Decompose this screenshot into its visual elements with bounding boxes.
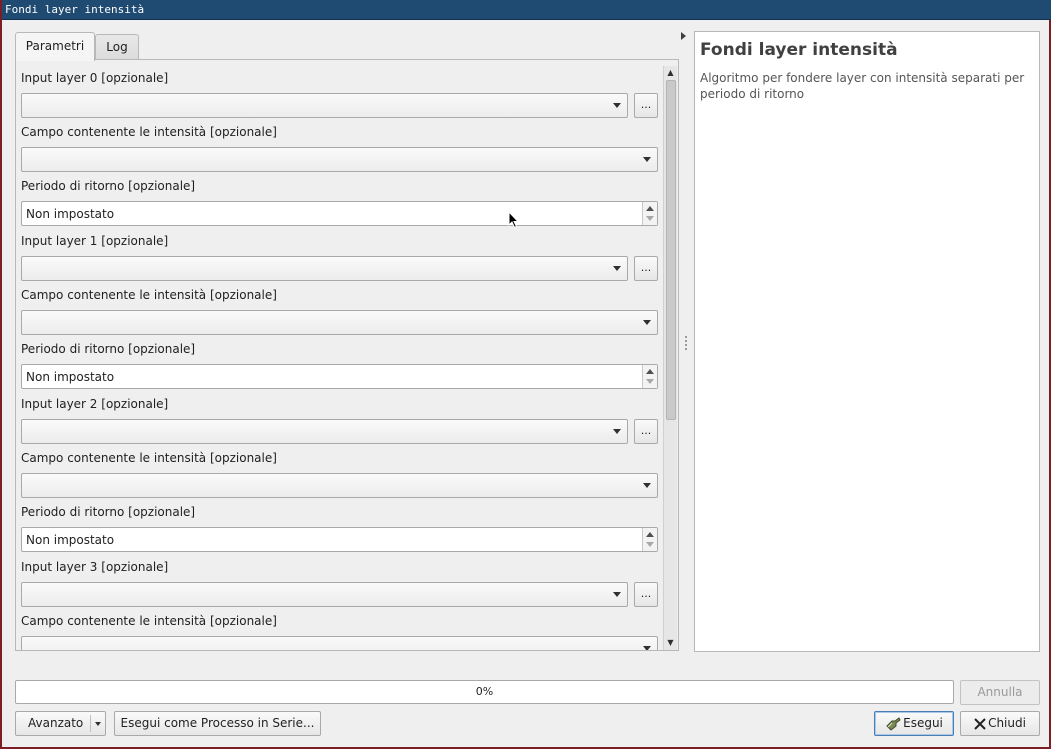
spin-buttons[interactable] [642, 202, 657, 225]
scroll-up-icon[interactable]: ▲ [664, 66, 677, 80]
chevron-down-icon [613, 429, 621, 434]
return-period-2-value: Non impostato [26, 533, 115, 547]
scroll-down-icon[interactable]: ▼ [664, 636, 677, 650]
progress-bar: 0% [15, 680, 954, 704]
param-label-input-layer-2: Input layer 2 [opzionale] [21, 397, 169, 411]
return-period-1-spinbox[interactable]: Non impostato [21, 364, 658, 389]
intensity-field-2-combo[interactable] [21, 473, 658, 498]
input-layer-3-browse-button[interactable]: ... [634, 582, 658, 607]
parameters-scroll-area: Input layer 0 [opzionale] ... Campo cont… [16, 60, 664, 650]
dialog-window: Fondi layer intensità Parametri Log Inpu… [0, 0, 1051, 749]
parameters-panel: Input layer 0 [opzionale] ... Campo cont… [15, 59, 679, 651]
collapse-help-icon[interactable] [681, 32, 686, 40]
avanzato-button[interactable]: Avanzato [15, 711, 106, 736]
param-label-input-layer-0: Input layer 0 [opzionale] [21, 71, 169, 85]
chevron-down-icon [613, 103, 621, 108]
mouse-cursor-icon [508, 211, 520, 229]
param-label-input-layer-3: Input layer 3 [opzionale] [21, 560, 169, 574]
run-as-batch-button[interactable]: Esegui come Processo in Serie... [114, 711, 321, 736]
spin-buttons[interactable] [642, 528, 657, 551]
chevron-down-icon [613, 592, 621, 597]
avanzato-label: Avanzato [28, 716, 84, 730]
spin-buttons[interactable] [642, 365, 657, 388]
input-layer-2-combo[interactable] [21, 419, 628, 444]
chevron-down-icon [643, 483, 651, 488]
input-layer-1-combo[interactable] [21, 256, 628, 281]
run-gear-icon [886, 716, 901, 731]
param-label-intensity-field-1: Campo contenente le intensità [opzionale… [21, 288, 277, 302]
help-description: Algoritmo per fondere layer con intensit… [700, 71, 1025, 101]
spin-down-icon[interactable] [646, 542, 654, 547]
help-panel: Fondi layer intensità Algoritmo per fond… [694, 31, 1040, 652]
param-label-return-period-2: Periodo di ritorno [opzionale] [21, 505, 196, 519]
param-label-intensity-field-3: Campo contenente le intensità [opzionale… [21, 614, 277, 628]
param-label-intensity-field-0: Campo contenente le intensità [opzionale… [21, 125, 277, 139]
return-period-1-value: Non impostato [26, 370, 115, 384]
chevron-down-icon [613, 266, 621, 271]
annulla-button[interactable]: Annulla [960, 680, 1040, 705]
button-separator [90, 715, 91, 732]
intensity-field-1-combo[interactable] [21, 310, 658, 335]
input-layer-1-browse-button[interactable]: ... [634, 256, 658, 281]
chevron-down-icon [643, 320, 651, 325]
esegui-button[interactable]: Esegui [874, 711, 954, 736]
param-label-return-period-0: Periodo di ritorno [opzionale] [21, 179, 196, 193]
chiudi-button[interactable]: Chiudi [960, 711, 1040, 736]
chiudi-label: Chiudi [988, 716, 1026, 730]
spin-up-icon[interactable] [646, 369, 654, 374]
chevron-down-icon [643, 157, 651, 162]
vertical-scrollbar[interactable]: ▲ ▼ [663, 66, 677, 650]
return-period-0-value: Non impostato [26, 207, 115, 221]
input-layer-3-combo[interactable] [21, 582, 628, 607]
spin-up-icon[interactable] [646, 532, 654, 537]
return-period-2-spinbox[interactable]: Non impostato [21, 527, 658, 552]
tab-parametri[interactable]: Parametri [15, 32, 95, 61]
help-title: Fondi layer intensità [700, 40, 898, 60]
param-label-input-layer-1: Input layer 1 [opzionale] [21, 234, 169, 248]
splitter-handle[interactable] [685, 336, 687, 352]
tab-log[interactable]: Log [95, 34, 139, 59]
spin-down-icon[interactable] [646, 379, 654, 384]
param-label-return-period-1: Periodo di ritorno [opzionale] [21, 342, 196, 356]
chevron-down-icon [643, 646, 651, 650]
input-layer-2-browse-button[interactable]: ... [634, 419, 658, 444]
input-layer-0-combo[interactable] [21, 93, 628, 118]
input-layer-0-browse-button[interactable]: ... [634, 93, 658, 118]
intensity-field-0-combo[interactable] [21, 147, 658, 172]
window-title: Fondi layer intensità [2, 0, 1051, 20]
chevron-down-icon [95, 722, 101, 726]
scrollbar-thumb[interactable] [666, 80, 676, 420]
intensity-field-3-combo[interactable] [21, 636, 658, 650]
close-icon [974, 717, 986, 730]
esegui-label: Esegui [903, 716, 943, 730]
spin-up-icon[interactable] [646, 206, 654, 211]
spin-down-icon[interactable] [646, 216, 654, 221]
param-label-intensity-field-2: Campo contenente le intensità [opzionale… [21, 451, 277, 465]
return-period-0-spinbox[interactable]: Non impostato [21, 201, 658, 226]
